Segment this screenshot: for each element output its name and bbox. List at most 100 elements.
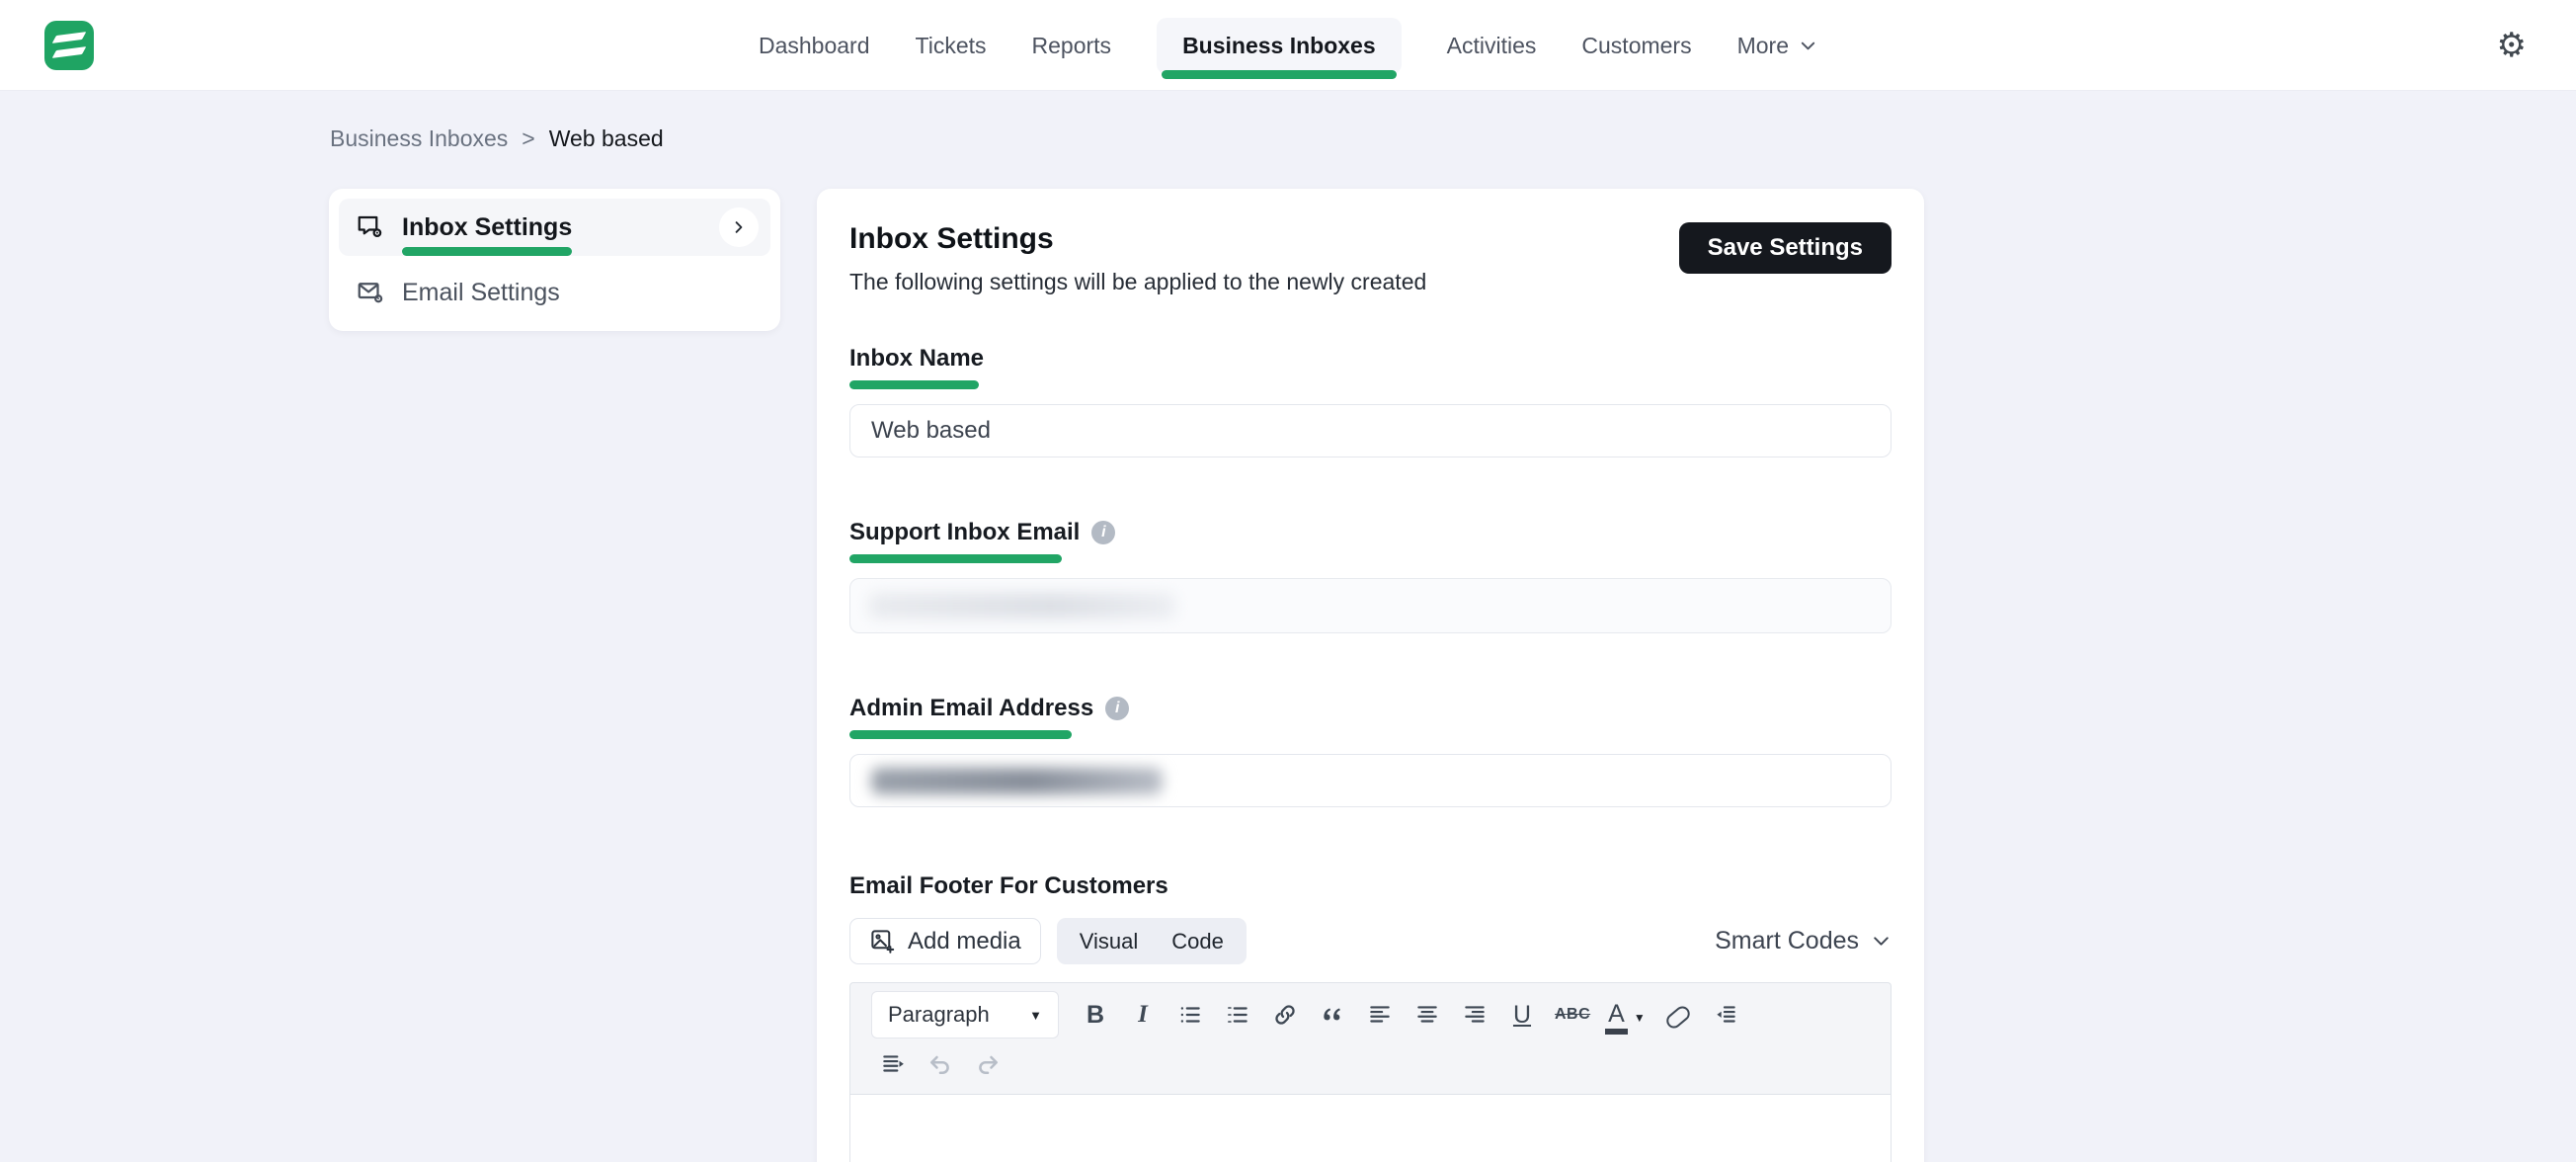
admin-email-input[interactable] xyxy=(849,754,1892,807)
breadcrumb-parent-link[interactable]: Business Inboxes xyxy=(330,125,508,152)
paragraph-format-select[interactable]: Paragraph ▼ xyxy=(872,992,1058,1038)
breadcrumb: Business Inboxes > Web based xyxy=(330,125,664,152)
label-accent-bar xyxy=(849,554,1062,563)
label-accent-bar xyxy=(849,380,979,389)
page-title: Inbox Settings xyxy=(849,222,1426,256)
sidebar-item-label: Inbox Settings xyxy=(402,213,572,242)
info-icon[interactable]: i xyxy=(1091,521,1115,544)
numbered-list-button[interactable] xyxy=(1223,995,1252,1035)
bullet-list-button[interactable] xyxy=(1175,995,1205,1035)
email-footer-label: Email Footer For Customers xyxy=(849,872,1892,900)
outdent-button[interactable] xyxy=(1711,995,1740,1035)
toolbar-row-1: Paragraph ▼ B I xyxy=(850,983,1891,1042)
strikethrough-button[interactable]: ABC xyxy=(1555,995,1590,1035)
nav-item-reports[interactable]: Reports xyxy=(1032,33,1112,59)
chevron-right-icon xyxy=(731,219,747,235)
inbox-name-field: Inbox Name xyxy=(849,345,1892,457)
editor-toolbar: Paragraph ▼ B I xyxy=(849,982,1892,1094)
page-subtitle: The following settings will be applied t… xyxy=(849,269,1426,295)
settings-gear-icon[interactable]: ⚙ xyxy=(2497,29,2527,62)
email-footer-editor-content[interactable] xyxy=(849,1094,1892,1162)
nav-item-more[interactable]: More xyxy=(1737,33,1817,59)
italic-button[interactable]: I xyxy=(1128,995,1158,1035)
support-email-input[interactable] xyxy=(849,578,1892,633)
support-email-label: Support Inbox Email xyxy=(849,519,1080,546)
info-icon[interactable]: i xyxy=(1105,697,1129,720)
breadcrumb-separator: > xyxy=(522,125,534,152)
inbox-name-input[interactable] xyxy=(849,404,1892,457)
editor-controls-row: Add media Visual Code Smart Codes xyxy=(849,918,1892,964)
nav-item-customers[interactable]: Customers xyxy=(1581,33,1691,59)
ordered-list-icon xyxy=(1225,1002,1250,1028)
align-left-icon xyxy=(1367,1002,1393,1028)
breadcrumb-current: Web based xyxy=(549,125,664,152)
outdent-icon xyxy=(1713,1002,1738,1028)
nav-item-activities[interactable]: Activities xyxy=(1447,33,1537,59)
chevron-down-icon xyxy=(1799,37,1817,55)
clear-formatting-button[interactable] xyxy=(1663,995,1693,1035)
text-color-glyph: A xyxy=(1608,1002,1625,1035)
smart-codes-label: Smart Codes xyxy=(1715,927,1859,955)
logo-stripe xyxy=(52,32,87,43)
text-color-letter: A xyxy=(1608,1000,1625,1028)
admin-email-label: Admin Email Address xyxy=(849,695,1093,722)
undo-button[interactable] xyxy=(926,1044,955,1084)
align-right-icon xyxy=(1462,1002,1488,1028)
admin-email-field: Admin Email Address i xyxy=(849,695,1892,807)
tab-visual[interactable]: Visual xyxy=(1063,929,1156,954)
tab-code[interactable]: Code xyxy=(1155,929,1241,954)
redo-button[interactable] xyxy=(973,1044,1003,1084)
add-media-label: Add media xyxy=(908,928,1021,955)
caret-down-icon: ▼ xyxy=(1634,1011,1646,1035)
sidebar-item-text: Inbox Settings xyxy=(402,213,572,241)
indent-button[interactable] xyxy=(878,1044,908,1084)
inbox-settings-panel: Inbox Settings The following settings wi… xyxy=(817,189,1924,1162)
nav-item-label: More xyxy=(1737,33,1789,59)
sidebar-item-email-settings[interactable]: Email Settings xyxy=(339,264,770,321)
link-button[interactable] xyxy=(1270,995,1300,1035)
align-right-button[interactable] xyxy=(1460,995,1489,1035)
chevron-right-button[interactable] xyxy=(719,208,759,247)
blockquote-button[interactable] xyxy=(1318,995,1347,1035)
align-left-button[interactable] xyxy=(1365,995,1395,1035)
blockquote-icon xyxy=(1320,1002,1345,1028)
nav-item-business-inboxes[interactable]: Business Inboxes xyxy=(1157,18,1402,74)
top-navigation-bar: Dashboard Tickets Reports Business Inbox… xyxy=(0,0,2576,91)
nav-item-label: Business Inboxes xyxy=(1182,33,1376,59)
inbox-settings-icon xyxy=(356,212,385,242)
nav-item-tickets[interactable]: Tickets xyxy=(916,33,987,59)
add-media-button[interactable]: Add media xyxy=(849,918,1041,964)
chevron-down-icon xyxy=(1871,931,1892,952)
sidebar-item-label: Email Settings xyxy=(402,279,560,307)
active-nav-indicator xyxy=(1162,70,1397,79)
panel-header-text: Inbox Settings The following settings wi… xyxy=(849,222,1426,295)
label-accent-bar xyxy=(849,730,1072,739)
settings-sidebar: Inbox Settings Email Settings xyxy=(329,189,780,331)
paragraph-format-value: Paragraph xyxy=(888,1002,990,1028)
text-color-button[interactable]: A ▼ xyxy=(1608,995,1646,1035)
underline-button[interactable]: U xyxy=(1507,995,1537,1035)
inbox-name-label: Inbox Name xyxy=(849,345,984,373)
active-item-indicator xyxy=(402,247,572,256)
toolbar-row-2 xyxy=(850,1042,1891,1094)
sidebar-item-inbox-settings[interactable]: Inbox Settings xyxy=(339,199,770,256)
redacted-value xyxy=(871,768,1163,794)
align-center-button[interactable] xyxy=(1412,995,1442,1035)
logo-stripe xyxy=(52,46,87,58)
bold-button[interactable]: B xyxy=(1081,995,1110,1035)
nav-item-dashboard[interactable]: Dashboard xyxy=(759,33,870,59)
undo-icon xyxy=(926,1050,954,1078)
indent-icon xyxy=(880,1051,906,1077)
content-layout: Inbox Settings Email Settings Inbox Sett… xyxy=(329,189,2576,1162)
eraser-icon xyxy=(1663,1003,1693,1031)
save-settings-button[interactable]: Save Settings xyxy=(1679,222,1892,274)
app-logo[interactable] xyxy=(44,21,94,70)
unordered-list-icon xyxy=(1177,1002,1203,1028)
add-media-icon xyxy=(869,928,896,954)
panel-header: Inbox Settings The following settings wi… xyxy=(849,222,1892,295)
redacted-value xyxy=(869,593,1175,619)
align-center-icon xyxy=(1414,1002,1440,1028)
editor-mode-tabs: Visual Code xyxy=(1057,918,1247,964)
caret-down-icon: ▼ xyxy=(1029,1008,1042,1023)
smart-codes-dropdown[interactable]: Smart Codes xyxy=(1715,927,1892,955)
